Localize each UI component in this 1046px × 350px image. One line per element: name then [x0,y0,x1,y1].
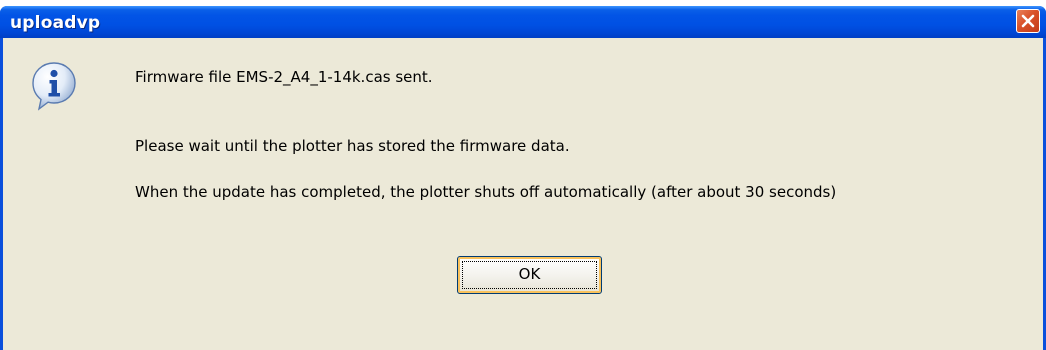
dialog-body: Firmware file EMS-2_A4_1-14k.cas sent. P… [3,38,1043,350]
close-button[interactable] [1016,9,1040,33]
ok-button-label: OK [518,265,541,283]
message-line-2: Please wait until the plotter has stored… [135,137,570,155]
message-line-1: Firmware file EMS-2_A4_1-14k.cas sent. [135,68,433,86]
message-dialog: uploadvp Firmware file EMS-2_A4_1-14k.ca… [0,6,1046,350]
title-bar[interactable]: uploadvp [0,6,1046,38]
information-icon [32,62,76,111]
ok-button[interactable]: OK [457,256,602,294]
message-line-3: When the update has completed, the plott… [135,183,837,201]
close-icon [1021,14,1035,28]
window-title: uploadvp [10,13,101,33]
